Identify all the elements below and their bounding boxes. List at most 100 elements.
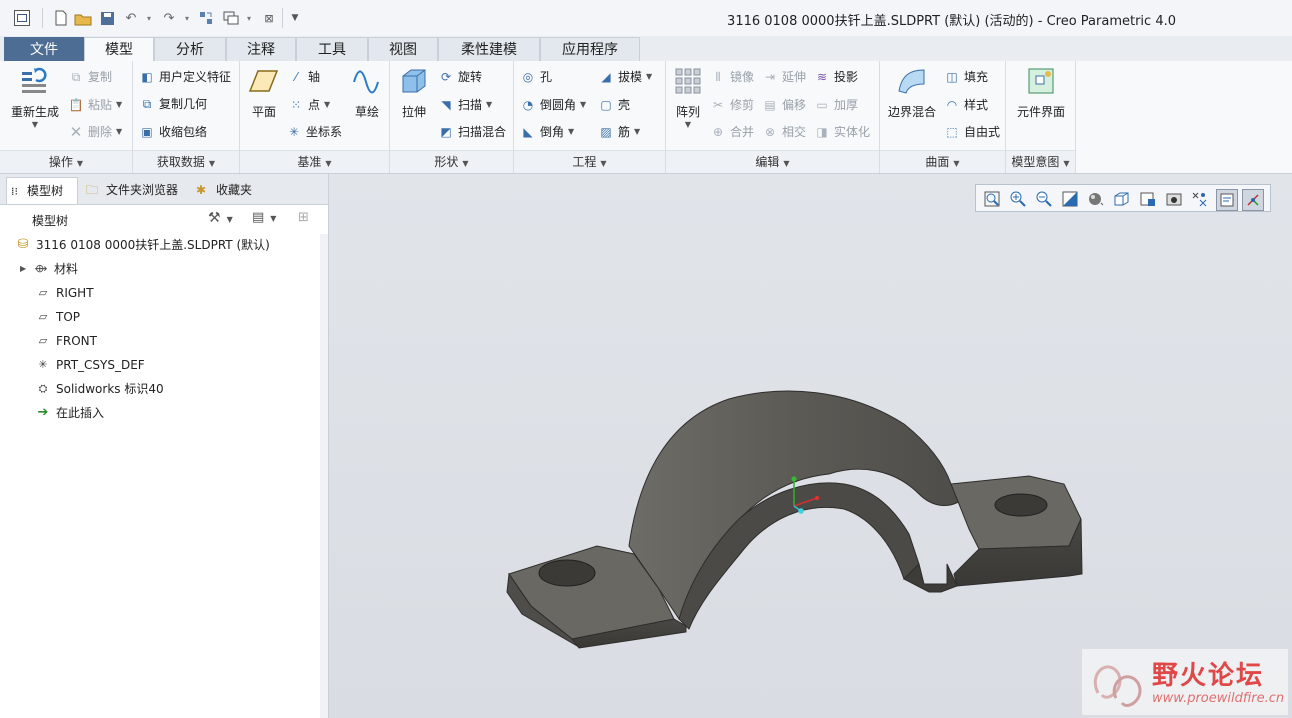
pattern-button[interactable]: 阵列 ▼ [670,65,706,129]
merge-icon: ⊕ [712,125,724,139]
tab-tools[interactable]: 工具 [296,37,368,61]
navigator-panel: ⁞⁝ 模型树 🗀 文件夹浏览器 ✱ 收藏夹 模型树 ⚒ ▼ ▤ ▼ ⊞ ⛁ 3116 010… [0,174,329,718]
copy-button[interactable]: ⧉ 复制 [68,67,112,87]
chamfer-button[interactable]: ◣ 倒角 ▼ [520,122,574,142]
draft-button[interactable]: ◢ 拔模 ▼ [598,67,652,87]
swept-blend-button[interactable]: ◩ 扫描混合 [438,122,506,142]
insert-here-arrow-icon: ➔ [37,405,49,420]
boundary-blend-button[interactable]: 边界混合 [884,65,940,120]
tree-item-root-part[interactable]: ⛁ 3116 0108 0000扶钎上盖.SLDPRT (默认) [14,234,270,256]
offset-icon: ▤ [764,98,776,112]
trim-icon: ✂ [712,98,724,112]
extend-icon: ⇥ [764,70,776,84]
group-label-datum[interactable]: 基准 ▼ [240,150,389,173]
component-interface-button[interactable]: 元件界面 [1010,65,1072,120]
tree-item-csys[interactable]: ✳ PRT_CSYS_DEF [34,354,144,376]
group-label-model-intent[interactable]: 模型意图 ▼ [1006,150,1075,173]
group-label-editing[interactable]: 编辑 ▼ [666,150,879,173]
tab-annotate[interactable]: 注释 [226,37,296,61]
graphics-viewport[interactable]: 野火论坛 www.proewildfire.cn [329,174,1292,718]
tab-folder-browser[interactable]: 🗀 文件夹浏览器 [82,177,188,204]
point-button[interactable]: ⁙ 点 ▼ [288,95,330,115]
windows-icon[interactable] [222,9,240,27]
pattern-dropdown-icon[interactable]: ▼ [670,120,706,129]
tree-item-top-plane[interactable]: ▱ TOP [34,306,80,328]
draft-dropdown-icon: ▼ [646,72,653,81]
shrinkwrap-button[interactable]: ▣ 收缩包络 [139,122,207,142]
extend-button[interactable]: ⇥ 延伸 [762,67,806,87]
fill-button[interactable]: ◫ 填充 [944,67,988,87]
customize-toolbar-icon[interactable]: ▼ [286,9,304,27]
tree-settings-icon[interactable]: ⚒ ▼ [208,210,233,226]
tree-item-insert-here[interactable]: ➔ 在此插入 [34,402,104,424]
tab-model-tree[interactable]: ⁞⁝ 模型树 [6,177,78,204]
windows-dropdown-icon[interactable]: ▾ [240,9,258,27]
style-button[interactable]: ◠ 样式 [944,95,988,115]
undo-dropdown-icon[interactable]: ▾ [140,9,158,27]
new-file-icon[interactable] [52,9,70,27]
app-menu-icon[interactable] [14,10,30,26]
redo-dropdown-icon[interactable]: ▾ [178,9,196,27]
mirror-button[interactable]: ⫴ 镜像 [710,67,754,87]
group-label-operations[interactable]: 操作 ▼ [0,150,132,173]
revolve-button[interactable]: ⟳ 旋转 [438,67,482,87]
tab-analysis[interactable]: 分析 [154,37,226,61]
tree-columns-icon[interactable]: ⊞ [298,210,309,225]
tree-item-import-feature[interactable]: ⛭ Solidworks 标识40 [34,378,164,400]
regenerate-button[interactable]: 重新生成 ▼ [6,65,64,129]
undo-icon[interactable]: ↶ [122,9,140,27]
group-label-get-data[interactable]: 获取数据 ▼ [133,150,239,173]
plane-button[interactable]: 平面 [244,65,284,120]
tab-applications[interactable]: 应用程序 [540,37,640,61]
freestyle-button[interactable]: ⬚ 自由式 [944,122,1000,142]
regenerate-dropdown-icon[interactable]: ▼ [6,120,64,129]
group-label-shapes[interactable]: 形状 ▼ [390,150,513,173]
redo-icon[interactable]: ↷ [160,9,178,27]
offset-button[interactable]: ▤ 偏移 [762,95,806,115]
sketch-button[interactable]: 草绘 [348,65,386,120]
round-button[interactable]: ◔ 倒圆角 ▼ [520,95,586,115]
tree-item-right-plane[interactable]: ▱ RIGHT [34,282,94,304]
group-engineering: ◎ 孔 ◔ 倒圆角 ▼ ◣ 倒角 ▼ ◢ 拔模 ▼ ▢ 壳 ▨ 筋 ▼ 工程 ▼ [514,61,666,173]
datum-plane-icon: ▱ [38,286,48,299]
tree-filters-icon[interactable]: ▤ ▼ [252,210,276,225]
close-window-icon[interactable]: ⊠ [260,9,278,27]
copy-geometry-button[interactable]: ⧉ 复制几何 [139,94,207,114]
delete-button[interactable]: ✕ 删除 ▼ [68,122,122,142]
tab-favorites[interactable]: ✱ 收藏夹 [192,177,266,204]
expand-arrow-icon[interactable]: ▶ [20,258,32,280]
tree-item-material[interactable]: ▶ ⟴ 材料 [20,258,78,280]
extrude-button[interactable]: 拉伸 [394,65,434,120]
rib-dropdown-icon: ▼ [634,127,641,136]
rib-button[interactable]: ▨ 筋 ▼ [598,122,640,142]
solidify-button[interactable]: ◨ 实体化 [814,122,870,142]
open-folder-icon[interactable] [74,9,92,27]
shell-button[interactable]: ▢ 壳 [598,95,630,115]
tab-file[interactable]: 文件 [4,37,84,61]
datum-plane-icon: ▱ [38,334,48,347]
tree-item-front-plane[interactable]: ▱ FRONT [34,330,97,352]
model-tree-icon: ⁞⁝ [11,184,18,198]
paste-button[interactable]: 📋 粘贴 ▼ [68,95,123,115]
tab-view[interactable]: 视图 [368,37,438,61]
csys-button[interactable]: ✳ 坐标系 [286,122,342,142]
group-label-engineering[interactable]: 工程 ▼ [514,150,665,173]
tab-flexible-modeling[interactable]: 柔性建模 [438,37,540,61]
merge-button[interactable]: ⊕ 合并 [710,122,754,142]
boundary-blend-icon [896,65,928,97]
trim-button[interactable]: ✂ 修剪 [710,95,754,115]
group-label-surfaces[interactable]: 曲面 ▼ [880,150,1005,173]
tree-scrollbar[interactable] [320,234,328,718]
udf-button[interactable]: ◧ 用户定义特征 [139,67,231,87]
shell-icon: ▢ [600,98,612,112]
project-button[interactable]: ≋ 投影 [814,67,858,87]
regenerate-quick-icon[interactable] [197,9,215,27]
part-3d-model[interactable] [329,174,1292,718]
sweep-button[interactable]: ◥ 扫描 ▼ [438,95,492,115]
hole-button[interactable]: ◎ 孔 [520,67,552,87]
thicken-button[interactable]: ▭ 加厚 [814,95,858,115]
axis-button[interactable]: ⁄ 轴 [288,67,320,87]
save-icon[interactable] [98,9,116,27]
intersect-button[interactable]: ⊗ 相交 [762,122,806,142]
tab-model[interactable]: 模型 [84,37,154,62]
